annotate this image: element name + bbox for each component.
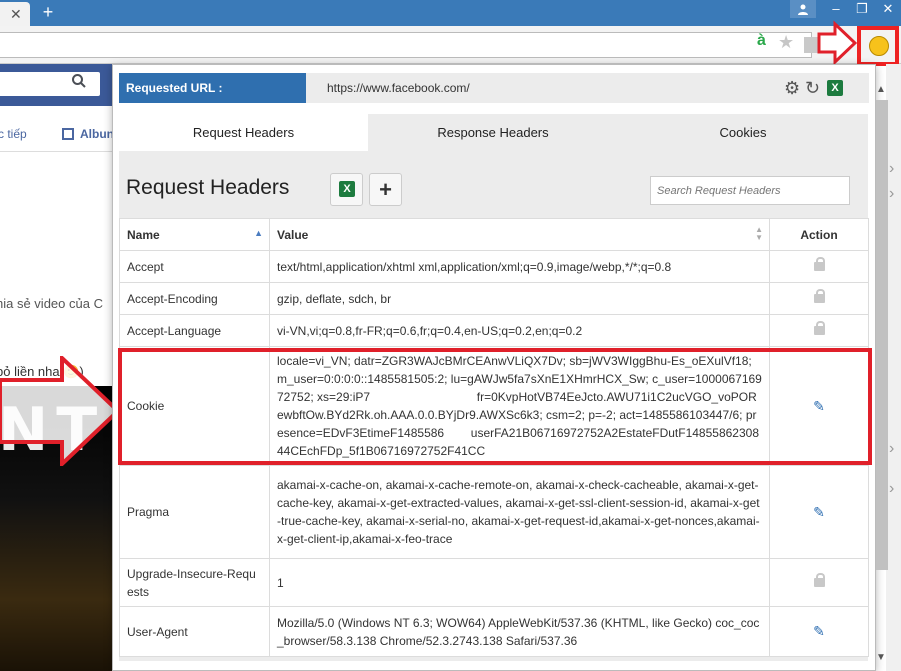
browser-tab[interactable]: ✕ (0, 2, 30, 26)
tab-request-headers[interactable]: Request Headers (119, 114, 368, 151)
popup-scrollbar-thumb[interactable] (876, 100, 888, 570)
header-value-cell: vi-VN,vi;q=0.8,fr-FR;q=0.6,fr;q=0.4,en-U… (269, 314, 770, 347)
lock-icon (813, 572, 825, 587)
search-icon[interactable] (72, 74, 86, 91)
header-action-cell: ✎ (769, 465, 869, 559)
close-tab-icon[interactable]: ✕ (10, 6, 22, 23)
smiley-extension-icon[interactable] (869, 36, 889, 56)
excel-export-icon[interactable]: X (827, 80, 843, 96)
new-tab-button[interactable]: + (38, 3, 58, 23)
person-icon[interactable] (790, 0, 816, 18)
url-input[interactable] (0, 32, 812, 58)
header-name-cell: Pragma (119, 465, 270, 559)
cookie-highlight-box (118, 348, 872, 465)
header-action-cell: ✎ (769, 606, 869, 657)
page-scrollbar[interactable] (886, 64, 901, 671)
subnav-link[interactable]: rc tiếp (0, 127, 27, 141)
tab-cookies[interactable]: Cookies (618, 114, 868, 151)
table-row: User-Agent Mozilla/5.0 (Windows NT 6.3; W… (119, 606, 869, 657)
chevron-right-icon[interactable]: › (889, 185, 894, 203)
table-row: Upgrade-Insecure-Requests 1 (119, 558, 869, 607)
download-icon[interactable] (804, 37, 818, 53)
header-name-cell: Accept-Encoding (119, 282, 270, 315)
header-name-cell: Accept (119, 250, 270, 283)
header-name-cell: User-Agent (119, 606, 270, 657)
chevron-right-icon[interactable]: › (889, 160, 894, 178)
table-row: Accept-Language vi-VN,vi;q=0.8,fr-FR;q=0.… (119, 314, 869, 347)
post-text: hia sẻ video của C (0, 296, 103, 311)
pointer-arrow-cookie (0, 356, 121, 466)
scroll-down-icon[interactable]: ▼ (876, 652, 886, 663)
maximize-button[interactable]: ❐ (849, 0, 875, 20)
export-excel-button[interactable]: X (330, 173, 363, 206)
header-action-cell (769, 558, 869, 607)
header-action-cell (769, 314, 869, 347)
tab-response-headers[interactable]: Response Headers (368, 114, 618, 151)
column-header-value[interactable]: Value ▲ ▼ (269, 218, 770, 251)
pointer-arrow-top (817, 20, 857, 66)
excel-icon: X (339, 181, 355, 197)
header-value-cell: akamai-x-cache-on, akamai-x-cache-remote… (269, 465, 770, 559)
refresh-icon[interactable]: ↻ (805, 79, 820, 97)
column-header-action: Action (769, 218, 869, 251)
header-value-cell: Mozilla/5.0 (Windows NT 6.3; WOW64) Appl… (269, 606, 770, 657)
subnav-album-link[interactable]: Albun (80, 127, 114, 141)
table-header-row: Name ▲ Value ▲ ▼ Action (119, 218, 869, 251)
header-value-cell: 1 (269, 558, 770, 607)
minimize-button[interactable]: – (823, 0, 849, 20)
bookmark-star-icon[interactable]: ★ (778, 32, 794, 53)
sort-asc-icon: ▲ (254, 228, 263, 238)
edit-icon[interactable]: ✎ (813, 504, 825, 520)
album-icon (62, 128, 74, 140)
edit-icon[interactable]: ✎ (813, 623, 825, 639)
lock-icon (813, 288, 825, 303)
sort-icon: ▲ ▼ (755, 225, 763, 242)
header-value-cell: text/html,application/xhtml xml,applicat… (269, 250, 770, 283)
header-action-cell (769, 282, 869, 315)
close-window-button[interactable]: ✕ (875, 0, 901, 20)
header-value-cell: gzip, deflate, sdch, br (269, 282, 770, 315)
header-name-cell: Accept-Language (119, 314, 270, 347)
column-header-name[interactable]: Name ▲ (119, 218, 270, 251)
chevron-right-icon[interactable]: › (889, 440, 894, 458)
add-header-button[interactable]: + (369, 173, 402, 206)
gear-icon[interactable]: ⚙ (784, 79, 800, 97)
lock-icon (813, 320, 825, 335)
table-row: Accept-Encoding gzip, deflate, sdch, br (119, 282, 869, 315)
scroll-up-icon[interactable]: ▲ (876, 84, 886, 95)
chevron-right-icon[interactable]: › (889, 480, 894, 498)
browser-tab-bar: ✕ + – ❐ ✕ (0, 0, 901, 26)
extension-highlight-box (857, 26, 899, 66)
lock-icon (813, 256, 825, 271)
extension-a-icon[interactable]: à (757, 32, 766, 50)
table-row: Accept text/html,application/xhtml xml,ap… (119, 250, 869, 283)
table-row: Pragma akamai-x-cache-on, akamai-x-cache-… (119, 465, 869, 559)
panel-title: Request Headers (126, 176, 290, 199)
requested-url-value: https://www.facebook.com/ (327, 81, 470, 95)
requested-url-label: Requested URL : (119, 73, 306, 103)
header-name-cell: Upgrade-Insecure-Requests (119, 558, 270, 607)
header-action-cell (769, 250, 869, 283)
search-headers-input[interactable] (650, 176, 850, 205)
